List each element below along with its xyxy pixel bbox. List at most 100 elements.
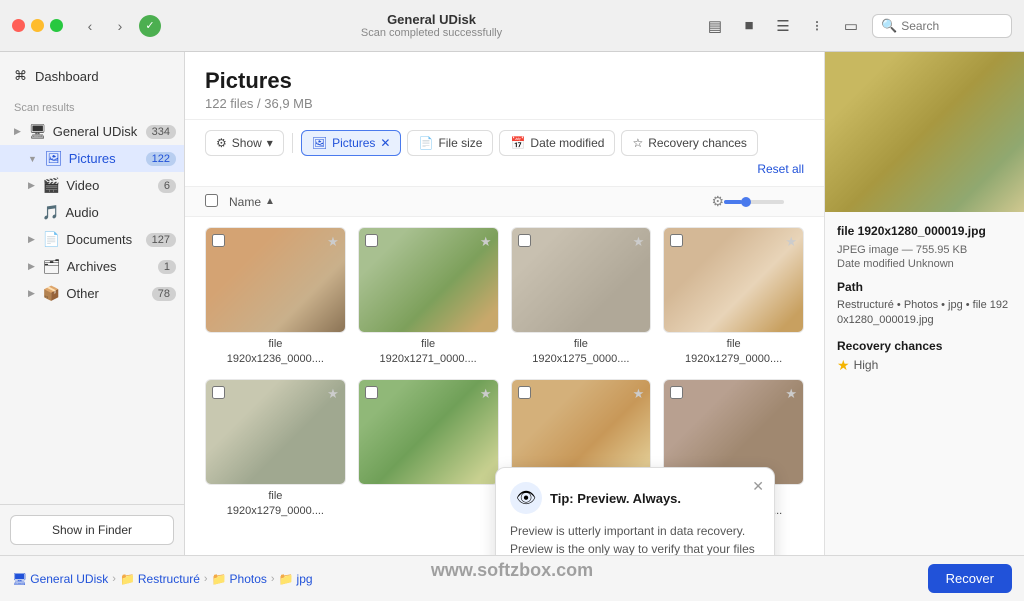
- sidebar-item-label: Other: [66, 286, 145, 301]
- show-label: Show: [232, 136, 262, 150]
- forward-button[interactable]: ›: [109, 15, 131, 37]
- slider-track: [724, 200, 784, 204]
- name-label: Name: [229, 195, 261, 209]
- right-panel: file 1920x1280_000019.jpg JPEG image — 7…: [824, 52, 1024, 555]
- minimize-button[interactable]: [31, 19, 44, 32]
- other-icon: 📦: [43, 285, 60, 302]
- star-icon[interactable]: ★: [785, 234, 797, 250]
- item-checkbox[interactable]: [365, 386, 378, 399]
- search-input[interactable]: [901, 19, 1003, 33]
- grid-scroll-area[interactable]: ★ file1920x1236_0000.... ★ file1920x1271…: [185, 217, 824, 555]
- sidebar-item-label: Video: [66, 178, 152, 193]
- recover-button[interactable]: Recover: [928, 564, 1012, 593]
- grid-item[interactable]: ★ file1920x1279_0000....: [663, 227, 804, 367]
- scan-complete-badge: ✓: [139, 15, 161, 37]
- star-icon[interactable]: ★: [480, 234, 492, 250]
- search-box[interactable]: 🔍: [872, 14, 1012, 38]
- sidebar-item-dashboard[interactable]: ⌘ Dashboard: [0, 60, 184, 92]
- slider-fill: [724, 200, 742, 204]
- select-all-checkbox[interactable]: [205, 194, 218, 207]
- star-icon[interactable]: ★: [480, 386, 492, 402]
- close-filter-icon[interactable]: ✕: [380, 136, 390, 150]
- chevron-icon: ▶: [14, 126, 21, 137]
- sidebar-item-other[interactable]: ▶ 📦 Other 78: [0, 280, 184, 307]
- star-icon[interactable]: ★: [785, 386, 797, 402]
- star-filter-icon: ☆: [632, 136, 643, 150]
- app-title-area: General UDisk Scan completed successfull…: [169, 12, 694, 39]
- grid-view-icon[interactable]: ⁝: [804, 13, 830, 39]
- list-view-icon[interactable]: ☰: [770, 13, 796, 39]
- filter-bar: ⚙ Show ▾ 🖼 Pictures ✕ 📄 File size 📅 Date…: [185, 120, 824, 187]
- breadcrumb-restructure[interactable]: 📁 Restructuré: [120, 572, 200, 586]
- sidebar-item-archives[interactable]: ▶ 🗂 Archives 1: [0, 253, 184, 280]
- main-header: Pictures 122 files / 36,9 MB: [185, 52, 824, 120]
- toolbar-icons: ▤ ■ ☰ ⁝ ▭ 🔍: [702, 13, 1012, 39]
- pictures-label: Pictures: [332, 136, 375, 150]
- show-in-finder-button[interactable]: Show in Finder: [10, 515, 174, 545]
- breadcrumb-label: Restructuré: [138, 572, 200, 586]
- grid-item[interactable]: ★ file1920x1271_0000....: [358, 227, 499, 367]
- item-checkbox[interactable]: [212, 386, 225, 399]
- sidebar-item-label: Pictures: [69, 151, 140, 166]
- item-checkbox[interactable]: [518, 234, 531, 247]
- star-icon[interactable]: ★: [633, 386, 645, 402]
- breadcrumb-general-udisk[interactable]: 🖥 General UDisk: [12, 572, 108, 586]
- reset-all-button[interactable]: Reset all: [757, 162, 804, 176]
- column-filter-icon[interactable]: ⚙: [711, 193, 724, 210]
- slider-control[interactable]: [724, 200, 804, 204]
- file-icon[interactable]: ▤: [702, 13, 728, 39]
- item-label: file1920x1271_0000....: [358, 337, 499, 368]
- recovery-chances-filter-button[interactable]: ☆ Recovery chances: [621, 130, 757, 156]
- close-button[interactable]: [12, 19, 25, 32]
- thumbnail: ★: [205, 227, 346, 333]
- slider-thumb[interactable]: [741, 197, 751, 207]
- file-size-label: File size: [438, 136, 482, 150]
- item-checkbox[interactable]: [212, 234, 225, 247]
- date-modified-filter-button[interactable]: 📅 Date modified: [499, 130, 615, 156]
- select-all-checkbox-container[interactable]: [205, 194, 229, 210]
- sidebar-item-pictures[interactable]: ▼ 🖼 Pictures 122: [0, 145, 184, 172]
- folder-icon[interactable]: ■: [736, 13, 762, 39]
- sidebar-item-documents[interactable]: ▶ 📄 Documents 127: [0, 226, 184, 253]
- preview-image: [825, 52, 1024, 212]
- grid-item[interactable]: ★ file1920x1275_0000....: [511, 227, 652, 367]
- sidebar-item-audio[interactable]: 🎵 Audio: [0, 199, 184, 226]
- star-icon[interactable]: ★: [327, 234, 339, 250]
- chevron-icon: ▶: [28, 261, 35, 272]
- calendar-icon: 📅: [510, 136, 525, 150]
- item-checkbox[interactable]: [670, 386, 683, 399]
- grid-item[interactable]: ★ file1920x1236_0000....: [205, 227, 346, 367]
- item-checkbox[interactable]: [518, 386, 531, 399]
- grid-item[interactable]: ★: [358, 379, 499, 519]
- bottom-bar: 🖥 General UDisk › 📁 Restructuré › 📁 Phot…: [0, 555, 1024, 601]
- preview-date: Date modified Unknown: [837, 258, 1012, 270]
- breadcrumb-photos[interactable]: 📁 Photos: [212, 572, 267, 586]
- back-button[interactable]: ‹: [79, 15, 101, 37]
- star-icon[interactable]: ★: [633, 234, 645, 250]
- search-icon: 🔍: [881, 18, 897, 34]
- breadcrumb: 🖥 General UDisk › 📁 Restructuré › 📁 Phot…: [12, 572, 928, 586]
- star-icon[interactable]: ★: [327, 386, 339, 402]
- page-title: Pictures: [205, 68, 804, 94]
- recovery-level: High: [854, 358, 879, 372]
- item-checkbox[interactable]: [365, 234, 378, 247]
- maximize-button[interactable]: [50, 19, 63, 32]
- show-filter-button[interactable]: ⚙ Show ▾: [205, 130, 284, 156]
- grid-item[interactable]: ★ file1920x1279_0000....: [205, 379, 346, 519]
- sidebar-item-count: 334: [146, 125, 176, 139]
- tooltip-close-button[interactable]: ✕: [752, 478, 764, 495]
- breadcrumb-jpg[interactable]: 📁 jpg: [279, 572, 313, 586]
- panel-icon[interactable]: ▭: [838, 13, 864, 39]
- pictures-filter-button[interactable]: 🖼 Pictures ✕: [301, 130, 402, 156]
- recovery-section-title: Recovery chances: [837, 339, 1012, 353]
- dashboard-label: Dashboard: [35, 69, 99, 84]
- titlebar: ‹ › ✓ General UDisk Scan completed succe…: [0, 0, 1024, 52]
- file-size-filter-button[interactable]: 📄 File size: [407, 130, 493, 156]
- breadcrumb-separator: ›: [112, 573, 116, 585]
- item-checkbox[interactable]: [670, 234, 683, 247]
- sidebar-item-video[interactable]: ▶ 🎬 Video 6: [0, 172, 184, 199]
- name-column-header[interactable]: Name ▲: [229, 195, 711, 209]
- sort-asc-icon: ▲: [265, 196, 275, 207]
- thumbnail: ★: [511, 227, 652, 333]
- sidebar-item-general-udisk[interactable]: ▶ 🖥 General UDisk 334: [0, 118, 184, 145]
